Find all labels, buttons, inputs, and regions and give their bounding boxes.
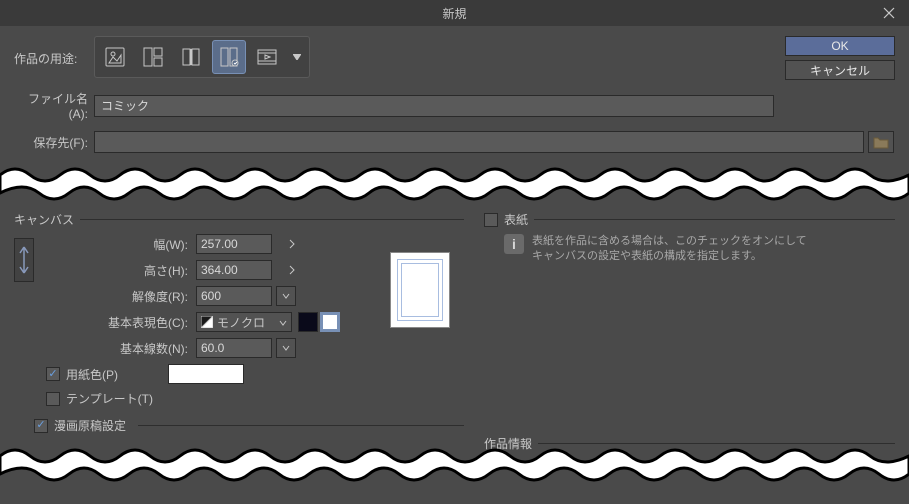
purpose-illustration-icon[interactable] (98, 40, 132, 74)
purpose-animation-icon[interactable] (250, 40, 284, 74)
purpose-printing-icon[interactable] (212, 40, 246, 74)
black-swatch[interactable] (298, 312, 318, 332)
filename-input[interactable] (94, 95, 774, 117)
template-checkbox[interactable] (46, 392, 60, 406)
colormode-combo[interactable]: モノクロ (196, 312, 292, 332)
lines-dropdown[interactable] (276, 338, 296, 358)
width-label: 幅(W): (46, 236, 196, 253)
resolution-input[interactable] (196, 286, 272, 306)
width-arrow[interactable] (282, 234, 302, 254)
ok-button[interactable]: OK (785, 36, 895, 56)
height-label: 高さ(H): (46, 262, 196, 279)
manga-settings-label: 漫画原稿設定 (54, 417, 126, 434)
colormode-label: 基本表現色(C): (46, 314, 196, 331)
close-button[interactable] (869, 0, 909, 26)
white-swatch[interactable] (320, 312, 340, 332)
divider (138, 425, 464, 426)
height-arrow[interactable] (282, 260, 302, 280)
saveto-input[interactable] (94, 131, 864, 153)
colormode-value: モノクロ (217, 314, 265, 331)
paper-color-swatch[interactable] (168, 364, 244, 384)
purpose-book-icon[interactable] (174, 40, 208, 74)
resolution-label: 解像度(R): (46, 288, 196, 305)
width-input[interactable] (196, 234, 272, 254)
template-label: テンプレート(T) (66, 390, 153, 407)
manga-settings-checkbox[interactable] (34, 419, 48, 433)
purpose-label: 作品の用途: (14, 36, 94, 67)
divider (80, 219, 464, 220)
canvas-group-title: キャンバス (14, 211, 74, 228)
paper-color-checkbox[interactable] (46, 367, 60, 381)
purpose-dropdown[interactable] (288, 40, 306, 74)
height-input[interactable] (196, 260, 272, 280)
cancel-button[interactable]: キャンセル (785, 60, 895, 80)
paper-color-label: 用紙色(P) (66, 366, 162, 383)
purpose-comic-icon[interactable] (136, 40, 170, 74)
info-icon: i (504, 234, 524, 254)
divider (534, 219, 895, 220)
canvas-preview (390, 252, 450, 328)
cover-group-title: 表紙 (504, 211, 528, 228)
lines-label: 基本線数(N): (46, 340, 196, 357)
cover-info-text: 表紙を作品に含める場合は、このチェックをオンにして キャンバスの設定や表紙の構成… (532, 234, 807, 265)
cover-checkbox[interactable] (484, 213, 498, 227)
browse-folder-button[interactable] (868, 131, 894, 153)
orientation-toggle[interactable] (14, 238, 34, 282)
saveto-label: 保存先(F): (14, 134, 94, 151)
filename-label: ファイル名(A): (14, 90, 94, 121)
purpose-toolbar (94, 36, 310, 78)
lines-input[interactable] (196, 338, 272, 358)
resolution-dropdown[interactable] (276, 286, 296, 306)
dialog-title: 新規 (442, 5, 466, 22)
